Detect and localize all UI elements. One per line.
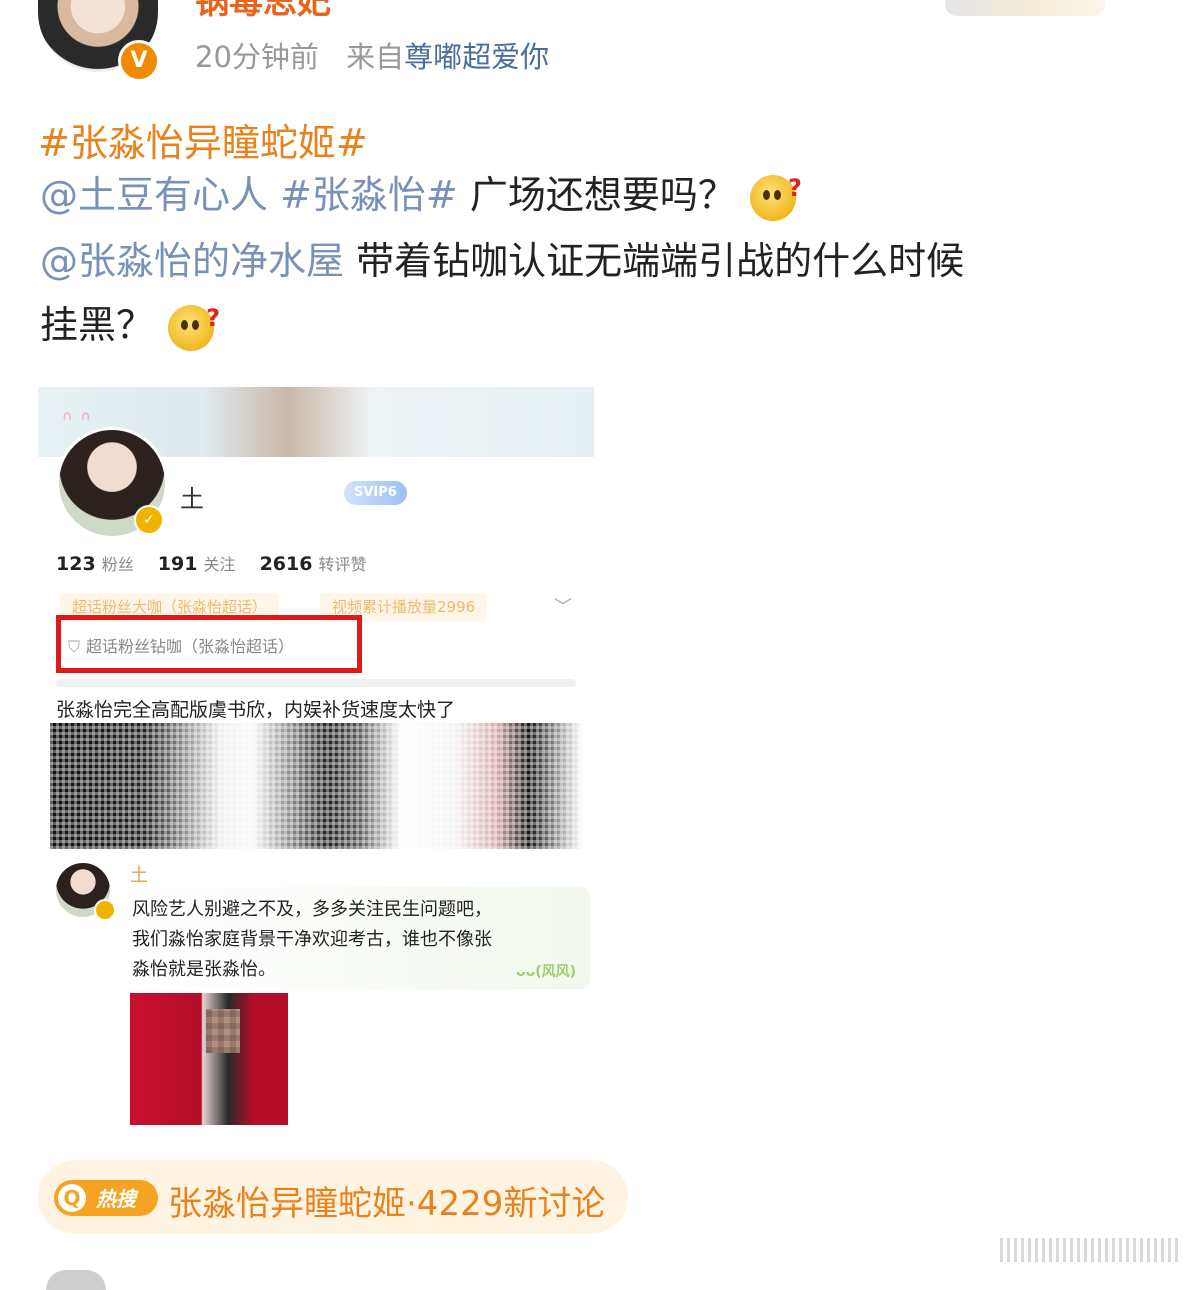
post-text-3: 挂黑？ <box>40 303 155 347</box>
post-text-1: 广场还想要吗？ <box>457 173 736 217</box>
face-mosaic <box>206 1009 240 1053</box>
verified-icon <box>94 899 116 921</box>
author-username[interactable]: 锅毒思妃 <box>195 0 331 23</box>
watermark <box>1000 1238 1180 1262</box>
mention-link-1[interactable]: @土豆有心人 #张淼怡# <box>40 173 458 217</box>
chevron-down-icon: ﹀ <box>554 597 572 618</box>
bubble-decoration: ᴗᴗ(风风) <box>516 964 577 980</box>
red-highlight-box <box>56 615 362 673</box>
divider <box>56 679 576 687</box>
post-line-2: @张淼怡的净水屋 带着钻咖认证无端端引战的什么时候 <box>40 238 964 284</box>
embedded-post-text: 张淼怡完全高配版虞书欣，内娱补货速度太快了 <box>56 699 456 721</box>
hot-search-text[interactable]: 张淼怡异瞳蛇姬·4229新讨论 <box>168 1176 605 1225</box>
profile-stats: 123 粉丝 191 关注 2616 转评赞 <box>56 551 385 575</box>
verified-icon: ✓ <box>134 505 164 535</box>
post-source[interactable]: 尊嘟超爱你 <box>404 40 549 74</box>
source-prefix: 来自 <box>346 40 405 74</box>
comment-username: 土 <box>130 865 148 886</box>
profile-name: 土 <box>180 485 204 513</box>
post-meta: 20分钟前 来自尊嘟超爱你 <box>195 34 549 76</box>
stat-followers-num: 123 <box>56 553 96 575</box>
header-decoration <box>945 0 1105 16</box>
post-image[interactable]: ᐢ ᐢ ✓ 土 SVIP6 123 粉丝 191 关注 2616 转评赞 超话粉… <box>38 387 594 1132</box>
stat-interactions-label: 转评赞 <box>318 555 367 574</box>
hot-search-badge-label: 热搜 <box>96 1187 136 1211</box>
comment-text-line-2: 我们淼怡家庭背景干净欢迎考古，谁也不像张 <box>132 929 492 950</box>
post-time: 20分钟前 <box>195 40 319 74</box>
stat-followers-label: 粉丝 <box>101 555 134 574</box>
stat-following-label: 关注 <box>203 555 236 574</box>
post-text-2: 带着钻咖认证无端端引战的什么时候 <box>344 239 965 283</box>
mention-link-2[interactable]: @张淼怡的净水屋 <box>40 239 344 283</box>
pixelated-images <box>50 723 582 849</box>
thinking-emoji-icon: ? <box>749 174 802 221</box>
stat-following-num: 191 <box>157 553 198 575</box>
post-line-1: @土豆有心人 #张淼怡# 广场还想要吗？? <box>40 172 802 221</box>
comment-text-line-3: 淼怡就是张淼怡。 <box>132 959 276 980</box>
post-line-3: 挂黑？? <box>40 302 220 351</box>
hashtag-link[interactable]: #张淼怡异瞳蛇姬# <box>38 112 368 167</box>
comment-text-line-1: 风险艺人别避之不及，多多关注民生问题吧， <box>132 899 492 920</box>
next-post-avatar <box>46 1270 106 1290</box>
stat-interactions-num: 2616 <box>259 553 313 575</box>
thinking-emoji-icon: ? <box>168 304 220 351</box>
svip-badge: SVIP6 <box>344 481 407 505</box>
verified-icon: V <box>118 40 160 82</box>
search-icon: Q <box>58 1184 86 1212</box>
